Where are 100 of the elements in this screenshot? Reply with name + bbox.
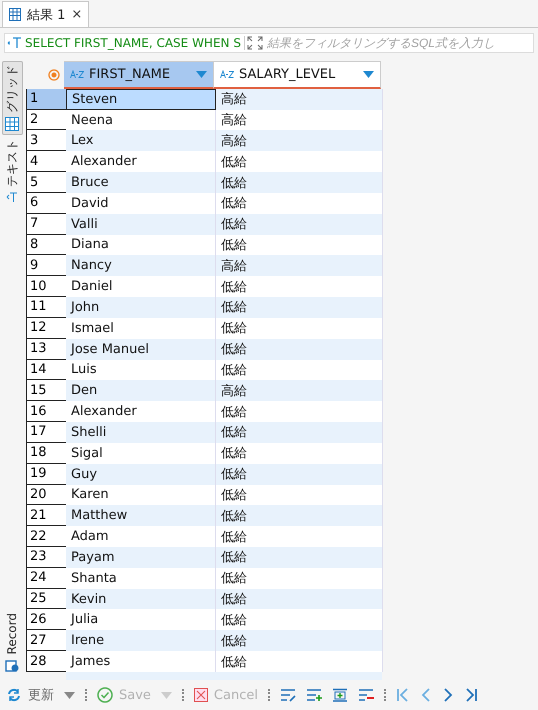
record-label[interactable]: Record [5,612,19,654]
row-number[interactable]: 16 [26,401,66,422]
row-number[interactable]: 15 [26,380,66,402]
tab-title: 結果 1 [27,6,66,24]
last-page-icon[interactable] [464,688,478,702]
table-cell: Shelli [66,422,216,443]
row-number[interactable]: 11 [26,297,66,318]
table-cell: 低給 [216,609,383,630]
table-cell: Ismael [66,318,216,339]
result-tab[interactable]: 結果 1 × [2,1,90,27]
column-header[interactable]: FIRST_NAME [64,61,214,89]
table-cell: 低給 [216,526,383,547]
column-header[interactable]: SALARY_LEVEL [214,61,381,89]
refresh-icon [6,687,22,703]
table-cell: Alexander [66,151,216,172]
table-cell: 低給 [216,547,383,568]
refresh-button[interactable]: 更新 [6,686,54,704]
row-number[interactable]: 19 [26,464,66,485]
filter-bar[interactable]: SELECT FIRST_NAME, CASE WHEN S 結果をフィルタリングするSQL式を入力し [4,33,534,53]
column-name: FIRST_NAME [89,66,172,82]
table-cell: 高給 [216,255,383,276]
view-tab[interactable]: テキスト [2,135,22,207]
table-cell: 低給 [216,422,383,443]
row-number[interactable]: 5 [26,172,66,193]
table-cell: 低給 [216,214,383,235]
table-cell: 低給 [216,151,383,172]
check-circle-icon [97,687,113,703]
table-cell: 低給 [216,172,383,193]
row-number[interactable]: 4 [26,151,66,172]
table-cell: 低給 [216,360,383,380]
row-number[interactable]: 25 [26,588,66,610]
row-number[interactable]: 14 [26,360,66,380]
row-number[interactable]: 18 [26,442,66,464]
caret-icon[interactable] [64,692,75,698]
row-number[interactable]: 8 [26,234,66,256]
next-icon[interactable] [442,688,454,702]
query-text: SELECT FIRST_NAME, CASE WHEN S [23,36,245,50]
table-cell: 低給 [216,651,383,672]
row-number[interactable]: 6 [26,192,66,214]
row-number[interactable]: 3 [26,130,66,152]
table-cell: 低給 [216,338,383,360]
row-number[interactable]: 9 [26,255,66,276]
table-cell: 高給 [216,88,383,110]
row-number[interactable]: 26 [26,609,66,630]
table-cell: Steven [66,88,216,110]
row-number[interactable]: 1 [26,88,66,110]
column-name: SALARY_LEVEL [239,66,336,82]
row-number[interactable]: 24 [26,568,66,589]
table-cell: Neena [66,110,216,130]
table-cell: Guy [66,464,216,485]
row-number[interactable]: 13 [26,338,66,360]
edit-row-icon[interactable] [280,688,296,702]
table-cell: Matthew [66,505,216,526]
table-cell: Kevin [66,588,216,610]
row-number[interactable]: 10 [26,276,66,298]
table-cell: 低給 [216,505,383,526]
table-cell: 低給 [216,630,383,652]
expand-icon[interactable] [246,36,263,50]
table-cell: 低給 [216,318,383,339]
delete-row-icon[interactable] [358,688,374,702]
text-cursor-icon [7,37,23,49]
table-icon [9,8,21,21]
row-number[interactable]: 12 [26,318,66,339]
table-cell: 低給 [216,192,383,214]
table-cell: Lex [66,130,216,152]
close-icon[interactable]: × [71,7,82,22]
table-cell: 低給 [216,464,383,485]
row-number[interactable]: 17 [26,422,66,443]
table-cell: Jose Manuel [66,338,216,360]
table-cell: 低給 [216,276,383,298]
caret-icon[interactable] [363,70,374,78]
add-row-icon[interactable] [306,688,322,702]
text-type-icon [70,70,84,78]
select-all-icon[interactable] [48,68,60,81]
text-type-icon [220,70,234,78]
row-number[interactable]: 21 [26,505,66,526]
table-cell: David [66,192,216,214]
text-icon [6,191,18,203]
table-cell: Bruce [66,172,216,193]
row-number[interactable]: 23 [26,547,66,568]
filter-field[interactable]: 結果をフィルタリングするSQL式を入力し [264,35,533,51]
view-tab[interactable]: グリッド [2,61,22,135]
table-cell: Sigal [66,442,216,464]
table-cell: Nancy [66,255,216,276]
table-cell: 高給 [216,130,383,152]
row-number[interactable]: 7 [26,214,66,235]
row-number[interactable]: 27 [26,630,66,652]
table-cell: John [66,297,216,318]
copy-row-icon[interactable] [332,688,348,702]
record-icon[interactable] [5,658,19,672]
table-cell: Payam [66,547,216,568]
table-cell: Den [66,380,216,402]
table-cell: Diana [66,234,216,256]
table-cell: Shanta [66,568,216,589]
row-number[interactable]: 2 [26,110,66,130]
row-number[interactable]: 22 [26,526,66,547]
row-number[interactable]: 20 [26,484,66,506]
row-number[interactable]: 28 [26,651,66,672]
grid-icon [5,117,19,131]
table-cell: Adam [66,526,216,547]
